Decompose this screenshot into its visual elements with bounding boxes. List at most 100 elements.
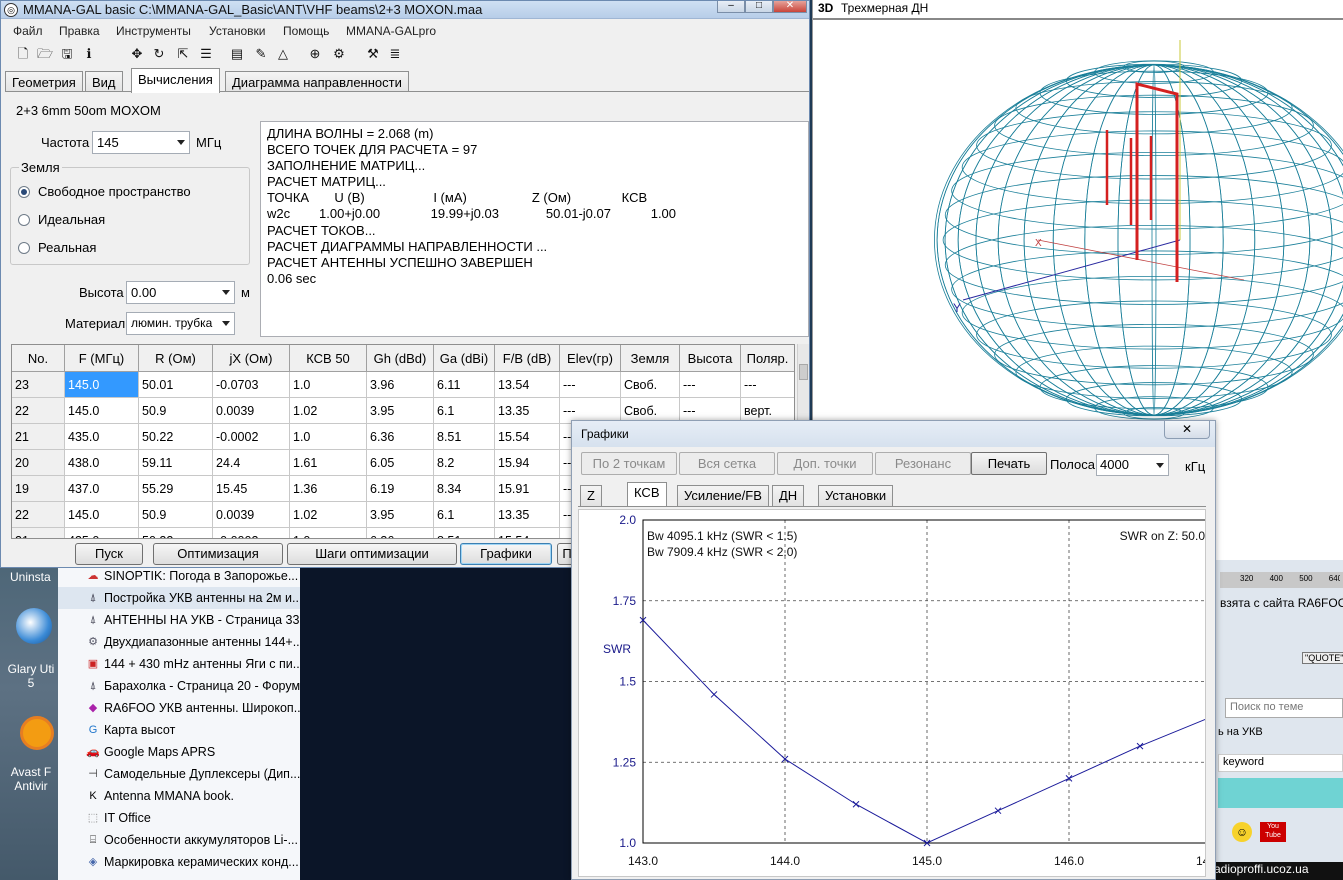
extra-points-button[interactable]: Доп. точки bbox=[777, 452, 873, 475]
minimize-button[interactable]: – bbox=[717, 1, 745, 13]
table-cell[interactable]: 6.1 bbox=[434, 398, 495, 424]
print-button[interactable]: Печать bbox=[971, 452, 1047, 475]
table-cell[interactable]: 8.2 bbox=[434, 450, 495, 476]
table-cell[interactable]: 8.51 bbox=[434, 528, 495, 538]
info-icon[interactable]: ℹ bbox=[81, 46, 97, 62]
table-row-number[interactable]: 22 bbox=[12, 398, 65, 424]
table-row-number[interactable]: 21 bbox=[12, 424, 65, 450]
taskbar-list-item[interactable]: ⊣ Самодельные Дуплексеры (Дип... bbox=[58, 763, 300, 785]
table-cell[interactable]: 3.95 bbox=[367, 398, 434, 424]
table-header[interactable]: Высота bbox=[680, 345, 741, 372]
new-file-icon[interactable]: 🗋 bbox=[15, 46, 31, 62]
table-cell[interactable]: --- bbox=[680, 372, 741, 398]
youtube-icon[interactable]: You Tube bbox=[1260, 822, 1286, 842]
tab-pattern[interactable]: Диаграмма направленности bbox=[225, 71, 409, 93]
menu-settings[interactable]: Установки bbox=[209, 24, 265, 38]
close-button[interactable]: ✕ bbox=[773, 1, 807, 13]
swr-chart[interactable]: 143.0 144.0 145.0 146.0 147.0 2.0 1.75 1.5 1.25 1… bbox=[579, 510, 1226, 876]
taskbar-list-item[interactable]: ⍋ АНТЕННЫ НА УКВ - Страница 33... bbox=[58, 609, 300, 631]
table-cell[interactable]: 437.0 bbox=[65, 476, 139, 502]
graph-tab-settings[interactable]: Установки bbox=[818, 485, 894, 506]
table-cell[interactable]: --- bbox=[741, 372, 794, 398]
graphs-close-button[interactable]: ✕ bbox=[1164, 421, 1210, 439]
table-header[interactable]: Ga (dBi) bbox=[434, 345, 495, 372]
table-row-number[interactable]: 20 bbox=[12, 450, 65, 476]
table-cell[interactable]: 6.05 bbox=[367, 450, 434, 476]
menu-help[interactable]: Помощь bbox=[283, 24, 329, 38]
table-cell[interactable]: 6.19 bbox=[367, 476, 434, 502]
document-icon[interactable]: ▤ bbox=[229, 46, 245, 62]
table-cell[interactable]: 15.94 bbox=[495, 450, 560, 476]
table-cell[interactable]: 0.0039 bbox=[213, 398, 290, 424]
menu-tools[interactable]: Инструменты bbox=[116, 24, 191, 38]
table-cell[interactable]: -0.0002 bbox=[213, 424, 290, 450]
graph-tab-pattern[interactable]: ДН bbox=[772, 485, 805, 506]
window-3d-titlebar[interactable]: 3D Трехмерная ДН bbox=[813, 0, 1343, 18]
table-row-number[interactable]: 23 bbox=[12, 372, 65, 398]
open-folder-icon[interactable]: 🗁 bbox=[37, 46, 53, 62]
table-header[interactable]: F (МГц) bbox=[65, 345, 139, 372]
table-cell[interactable]: 24.4 bbox=[213, 450, 290, 476]
move-icon[interactable]: ✥ bbox=[129, 46, 145, 62]
taskbar-list-item[interactable]: ⍋ Барахолка - Страница 20 - Форум bbox=[58, 675, 300, 697]
desktop-icon-label[interactable]: Uninsta bbox=[10, 570, 51, 584]
graph-tab-gain-fb[interactable]: Усиление/FB bbox=[677, 485, 769, 506]
3d-pattern-plot[interactable]: YX bbox=[813, 20, 1343, 420]
taskbar-list-item[interactable]: ⍋ Постройка УКВ антенны на 2м и... bbox=[58, 587, 300, 609]
taskbar-list-item[interactable]: ◆ RA6FOO УКВ антенны. Широкоп... bbox=[58, 697, 300, 719]
radio-real[interactable] bbox=[18, 242, 30, 254]
tab-geometry[interactable]: Геометрия bbox=[5, 71, 83, 93]
triangle-icon[interactable]: △ bbox=[275, 46, 291, 62]
table-row-number[interactable]: 22 bbox=[12, 502, 65, 528]
tab-calculation[interactable]: Вычисления bbox=[131, 68, 220, 93]
table-cell[interactable]: 1.02 bbox=[290, 502, 367, 528]
radio-real-label[interactable]: Реальная bbox=[38, 240, 96, 255]
table-header[interactable]: КСВ 50 bbox=[290, 345, 367, 372]
table-header[interactable]: Elev(гр) bbox=[560, 345, 621, 372]
table-cell[interactable]: 15.54 bbox=[495, 424, 560, 450]
table-row-number[interactable]: 21 bbox=[12, 528, 65, 538]
taskbar-list-item[interactable]: ☁ SINOPTIK: Погода в Запорожье... bbox=[58, 565, 300, 587]
maximize-button[interactable]: □ bbox=[745, 1, 773, 13]
table-cell[interactable]: 145.0 bbox=[65, 372, 139, 398]
table-cell[interactable]: 1.36 bbox=[290, 476, 367, 502]
table-cell[interactable]: 15.91 bbox=[495, 476, 560, 502]
table-header[interactable]: Земля bbox=[621, 345, 680, 372]
table-cell[interactable]: 50.01 bbox=[139, 372, 213, 398]
tab-view[interactable]: Вид bbox=[85, 71, 123, 93]
material-combo[interactable]: люмин. трубка bbox=[126, 312, 235, 335]
table-cell[interactable]: 50.9 bbox=[139, 398, 213, 424]
table-cell[interactable]: 1.02 bbox=[290, 398, 367, 424]
table-header[interactable]: Gh (dBd) bbox=[367, 345, 434, 372]
table-cell[interactable]: 50.9 bbox=[139, 502, 213, 528]
table-cell[interactable]: 3.95 bbox=[367, 502, 434, 528]
table-row-number[interactable]: 19 bbox=[12, 476, 65, 502]
taskbar-list-item[interactable]: 🚗 Google Maps APRS bbox=[58, 741, 300, 763]
table-cell[interactable]: 15.45 bbox=[213, 476, 290, 502]
radio-free-space-label[interactable]: Свободное пространство bbox=[38, 184, 191, 199]
pencil-icon[interactable]: ✎ bbox=[253, 46, 269, 62]
freq-combo[interactable]: 145 bbox=[92, 131, 190, 154]
avast-icon[interactable] bbox=[20, 716, 54, 750]
table-cell[interactable]: 55.29 bbox=[139, 476, 213, 502]
keyword-field[interactable]: keyword bbox=[1218, 754, 1343, 772]
table-cell[interactable]: 438.0 bbox=[65, 450, 139, 476]
table-cell[interactable]: 145.0 bbox=[65, 502, 139, 528]
radio-perfect-label[interactable]: Идеальная bbox=[38, 212, 105, 227]
table-cell[interactable]: 0.0039 bbox=[213, 502, 290, 528]
table-cell[interactable]: 8.51 bbox=[434, 424, 495, 450]
taskbar-list-item[interactable]: G Карта высот bbox=[58, 719, 300, 741]
graphs-button[interactable]: Графики bbox=[460, 543, 552, 565]
taskbar-list-item[interactable]: ⌸ Особенности аккумуляторов Li-... bbox=[58, 829, 300, 851]
taskbar-list-item[interactable]: K Antenna MMANA book. bbox=[58, 785, 300, 807]
desktop-icon-label[interactable]: Avast F Antivir bbox=[4, 765, 58, 793]
table-cell[interactable]: 50.22 bbox=[139, 424, 213, 450]
search-input[interactable]: Поиск по теме bbox=[1225, 698, 1343, 718]
table-header[interactable]: R (Ом) bbox=[139, 345, 213, 372]
tools-icon[interactable]: ⚒ bbox=[365, 46, 381, 62]
table-cell[interactable]: 6.36 bbox=[367, 528, 434, 538]
graph-tab-swr[interactable]: КСВ bbox=[627, 482, 667, 506]
radio-perfect[interactable] bbox=[18, 214, 30, 226]
rotate-icon[interactable]: ↻ bbox=[151, 46, 167, 62]
table-cell[interactable]: 435.0 bbox=[65, 528, 139, 538]
